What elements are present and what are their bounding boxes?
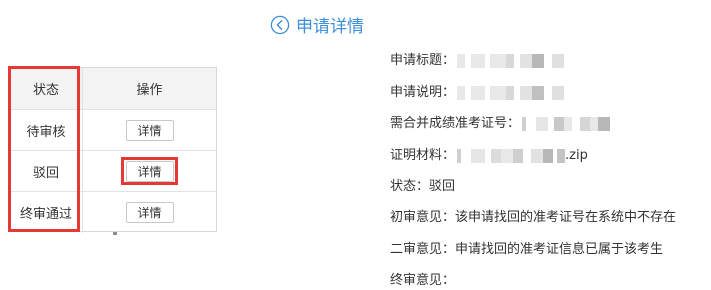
second-review-label: 二审意见： <box>390 242 456 257</box>
divider-mark <box>113 232 117 235</box>
status-label: 状态： <box>390 179 430 194</box>
final-review-label: 终审意见： <box>390 273 456 288</box>
chevron-left-circle-icon[interactable] <box>270 15 290 35</box>
detail-header: 申请详情 <box>270 12 364 37</box>
first-review-field: 初审意见： 该申请找回的准考证号在系统中不存在 <box>390 209 676 227</box>
second-review-field: 二审意见： 申请找回的准考证信息已属于该考生 <box>390 241 663 259</box>
apply-desc-field: 申请说明： <box>390 84 565 102</box>
proof-material-label: 证明材料： <box>390 148 456 163</box>
status-value: 驳回 <box>429 179 456 194</box>
page-title: 申请详情 <box>296 17 364 37</box>
final-review-field: 终审意见： <box>390 272 455 290</box>
proof-material-field: 证明材料： .zip <box>390 147 588 165</box>
detail-button[interactable]: 详情 <box>125 119 174 141</box>
first-review-value: 该申请找回的准考证号在系统中不存在 <box>455 210 677 225</box>
detail-button-highlight <box>121 157 178 185</box>
redacted-value <box>457 86 565 100</box>
action-cell: 详情 <box>82 192 216 233</box>
ticket-number-label: 需合并成绩准考证号： <box>390 116 521 131</box>
status-field: 状态： 驳回 <box>390 178 455 196</box>
status-column-highlight <box>8 66 80 232</box>
ticket-number-field: 需合并成绩准考证号： <box>390 115 611 133</box>
apply-desc-label: 申请说明： <box>390 85 456 100</box>
action-column-header: 操作 <box>82 68 216 109</box>
detail-button[interactable]: 详情 <box>125 202 174 223</box>
redacted-value <box>457 149 566 163</box>
apply-title-field: 申请标题： <box>390 52 565 70</box>
apply-title-label: 申请标题： <box>390 53 456 68</box>
proof-file-extension: .zip <box>565 148 588 163</box>
redacted-value <box>522 117 611 131</box>
redacted-value <box>457 54 565 68</box>
first-review-label: 初审意见： <box>390 210 456 225</box>
second-review-value: 申请找回的准考证信息已属于该考生 <box>455 242 664 257</box>
action-cell: 详情 <box>82 110 216 150</box>
